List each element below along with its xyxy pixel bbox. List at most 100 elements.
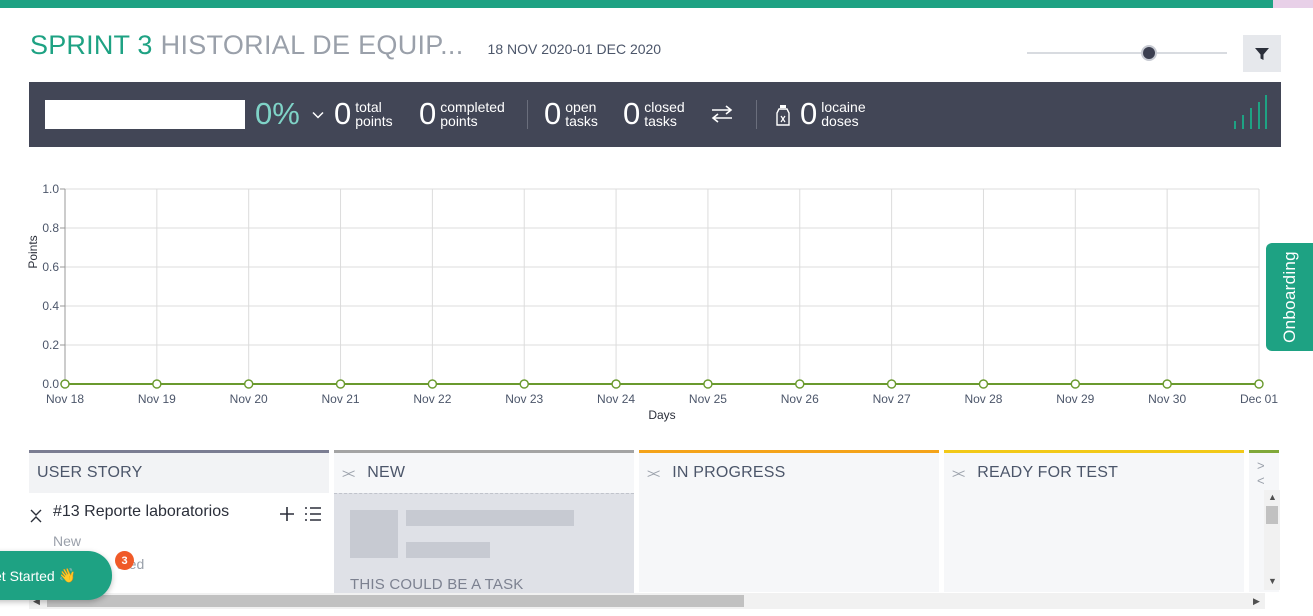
chart-x-label: Days (648, 408, 675, 422)
filter-icon (1255, 47, 1269, 60)
stat-completed-points: 0 completed points (419, 96, 505, 132)
column-title: READY FOR TEST (977, 464, 1119, 481)
chart-x-tick-label: Nov 20 (230, 392, 268, 406)
chart-point (978, 379, 989, 389)
task-placeholder: THIS COULD BE A TASK (334, 493, 634, 595)
chart-x-ticks: Nov 18 Nov 19 Nov 20 Nov 21 Nov 22 Nov 23 Nov … (46, 392, 1278, 406)
waving-hand-icon: 👋 (58, 567, 77, 583)
placeholder-line (406, 542, 490, 558)
stat-total-points: 0 total points (334, 96, 393, 132)
sprint-name[interactable]: SPRINT 3 (30, 30, 153, 61)
chart-y-tick-label: 0.4 (42, 299, 59, 313)
chart-x-tick-label: Nov 26 (781, 392, 819, 406)
user-story-status: New (53, 533, 82, 549)
sprint-stats-bar: 0% 0 total points 0 completed points 0 ope… (29, 82, 1281, 147)
scroll-down-arrow-icon[interactable]: ▼ (1268, 576, 1277, 586)
chart-point (1162, 379, 1172, 389)
chart-x-tick-label: Nov 30 (1148, 392, 1186, 406)
chevron-down-icon[interactable] (312, 109, 324, 121)
chart-point (1070, 379, 1081, 389)
chart-x-tick-label: Nov 28 (964, 392, 1002, 406)
burndown-chart: 0.0 0.2 0.4 0.6 0.8 1.0 Nov 18 Nov 19 Nov 20 Nov… (26, 182, 1278, 422)
chart-point (60, 379, 70, 389)
vertical-scrollbar[interactable]: ▲ ▼ (1264, 490, 1280, 590)
chart-point (427, 379, 438, 389)
placeholder-text: THIS COULD BE A TASK (350, 576, 524, 593)
swap-arrows-icon[interactable] (709, 104, 735, 124)
chart-point (243, 379, 254, 389)
column-header: >< READY FOR TEST (944, 453, 1244, 493)
column-fold-icon[interactable]: >< (952, 466, 965, 481)
get-started-button[interactable]: et Started 👋 (0, 551, 112, 600)
stats-divider (527, 100, 528, 129)
column-header: USER STORY (29, 453, 329, 493)
notification-badge: 3 (115, 551, 134, 570)
chart-x-tick-label: Nov 27 (873, 392, 911, 406)
chart-y-tick-label: 0.8 (42, 221, 59, 235)
column-title: NEW (367, 464, 406, 481)
horizontal-scrollbar[interactable]: ◀ ▶ (29, 593, 1265, 609)
zoom-slider-track[interactable] (1027, 52, 1227, 54)
chart-x-tick-label: Nov 18 (46, 392, 84, 406)
chart-y-tick-label: 0.0 (42, 377, 59, 391)
add-task-icon[interactable] (279, 506, 295, 522)
stat-open-tasks: 0 open tasks (544, 96, 598, 132)
placeholder-avatar (350, 510, 398, 558)
column-fold-icon[interactable]: >< (647, 466, 660, 481)
chart-y-tick-label: 0.2 (42, 338, 59, 352)
sprint-name-input[interactable] (45, 100, 245, 129)
chart-x-tick-label: Dec 01 (1240, 392, 1278, 406)
column-fold-icon[interactable]: >< (342, 466, 355, 481)
chart-x-tick-label: Nov 22 (413, 392, 451, 406)
vertical-scrollbar-thumb[interactable] (1266, 506, 1278, 524)
chart-point (1254, 379, 1264, 389)
progress-percent: 0% (255, 96, 300, 131)
chart-point (152, 379, 162, 389)
stat-value: 0 (623, 96, 641, 131)
user-story-row[interactable]: #13 Reporte laboratorios (29, 498, 329, 528)
stat-value: 0 (334, 96, 352, 131)
stat-label: completed points (440, 99, 505, 129)
column-new: >< NEW THIS COULD BE A TASK (334, 450, 634, 595)
onboarding-tab[interactable]: Onboarding (1266, 243, 1313, 351)
column-title: IN PROGRESS (672, 464, 786, 481)
stat-label: locaine doses (821, 99, 866, 129)
stat-value: 0 (419, 96, 437, 131)
filter-button[interactable] (1243, 35, 1281, 72)
column-in-progress: >< IN PROGRESS (639, 450, 939, 592)
chart-point (795, 379, 805, 389)
top-corner-tab[interactable] (1273, 0, 1313, 8)
bulk-add-list-icon[interactable] (304, 506, 322, 522)
sprint-dates: 18 NOV 2020-01 DEC 2020 (487, 41, 662, 57)
signal-bars-icon[interactable] (1232, 95, 1268, 129)
sprint-title: SPRINT 3 HISTORIAL DE EQUIP... 18 NOV 20… (30, 30, 661, 64)
horizontal-scrollbar-thumb[interactable] (47, 595, 744, 607)
chart-y-ticks: 0.0 0.2 0.4 0.6 0.8 1.0 (42, 182, 65, 391)
zoom-slider-thumb[interactable] (1141, 45, 1157, 61)
chart-grid (64, 188, 1260, 385)
stat-closed-tasks: 0 closed tasks (623, 96, 685, 132)
placeholder-line (406, 510, 574, 526)
chart-point (703, 379, 713, 389)
stat-label: closed tasks (644, 99, 685, 129)
chart-y-tick-label: 1.0 (42, 182, 59, 196)
onboarding-label: Onboarding (1279, 251, 1299, 343)
collapse-toggle-icon[interactable] (29, 508, 43, 528)
stat-label: total points (355, 99, 393, 129)
chart-point (335, 379, 346, 389)
stat-value: 0 (800, 96, 818, 131)
scroll-up-arrow-icon[interactable]: ▲ (1268, 492, 1277, 502)
iocaine-bottle-icon (776, 105, 790, 126)
column-header: >< IN PROGRESS (639, 453, 939, 493)
stat-value: 0 (544, 96, 562, 131)
column-fold-icon[interactable]: >< (1257, 458, 1265, 488)
scroll-right-arrow-icon[interactable]: ▶ (1253, 596, 1260, 607)
column-header: >< (1249, 453, 1279, 493)
chart-point (886, 379, 897, 389)
user-story-title[interactable]: #13 Reporte laboratorios (53, 503, 229, 521)
project-name[interactable]: HISTORIAL DE EQUIP... (161, 30, 464, 61)
chart-y-tick-label: 0.6 (42, 260, 59, 274)
chart-x-tick-label: Nov 24 (597, 392, 635, 406)
zoom-slider[interactable] (1027, 43, 1227, 63)
chart-x-tick-label: Nov 25 (689, 392, 727, 406)
